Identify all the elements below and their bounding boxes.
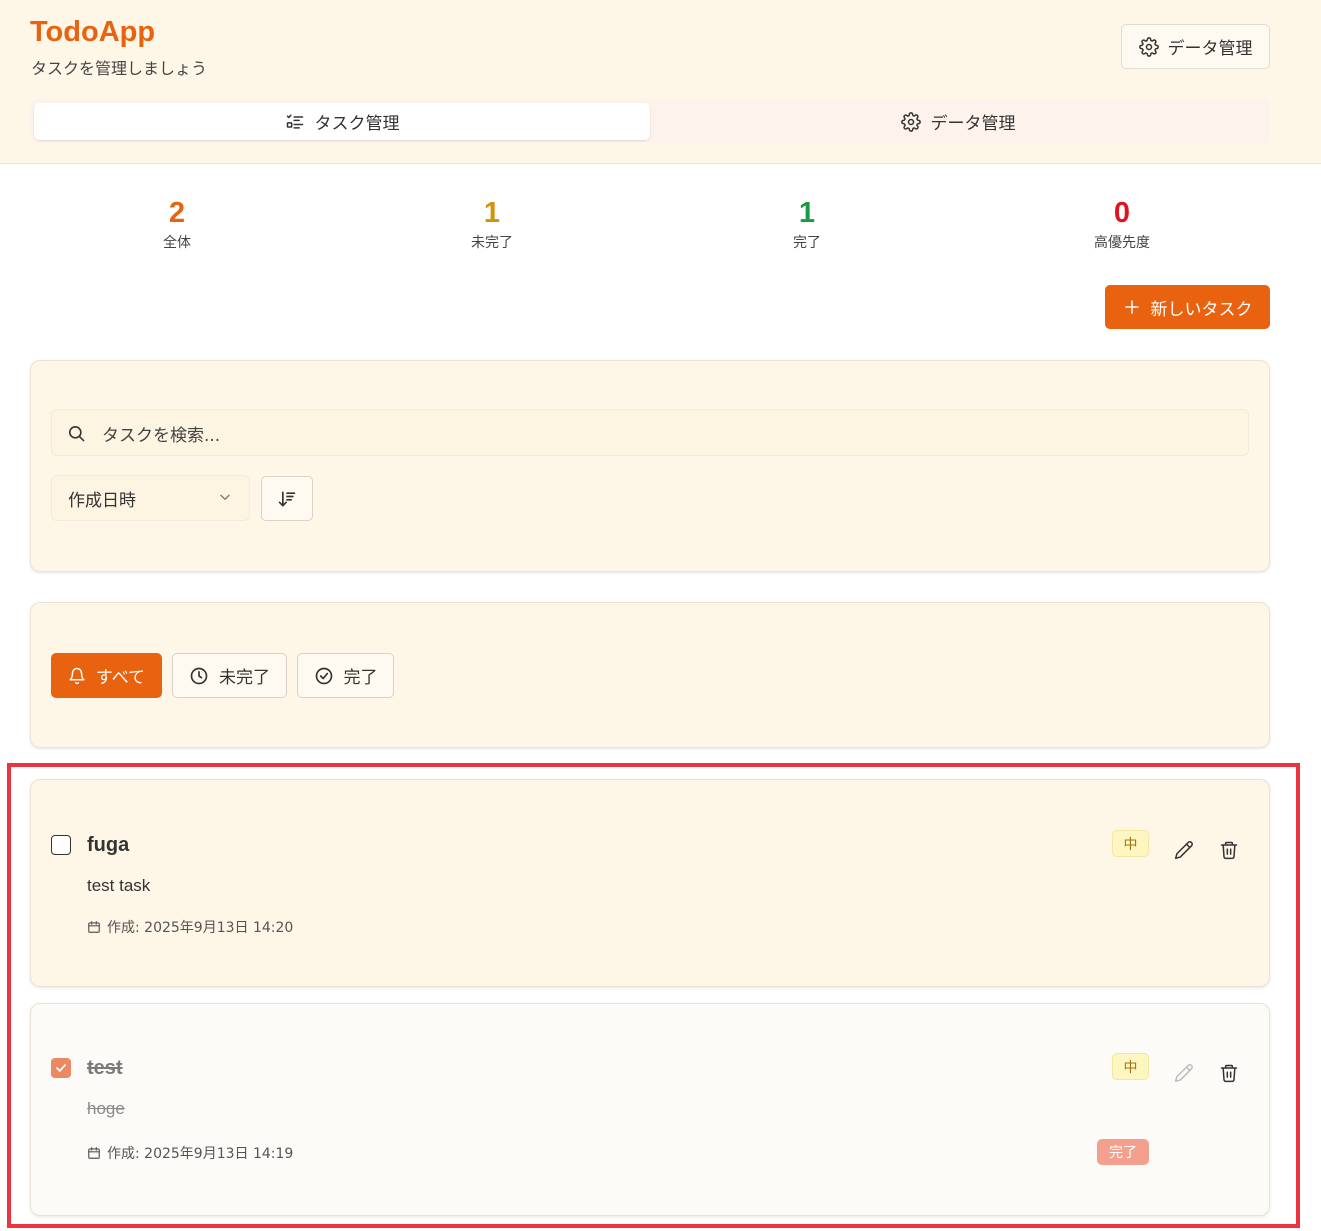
tab-label: タスク管理 (314, 114, 400, 134)
task-card (30, 1003, 1270, 1216)
gear-icon (900, 111, 921, 132)
stat-label: 全体 (163, 235, 191, 251)
stat-completed: 1 完了 (727, 196, 887, 252)
search-placeholder: タスクを検索... (102, 426, 221, 446)
calendar-icon (87, 1146, 101, 1160)
sort-select-value: 作成日時 (68, 491, 136, 511)
task-description: hoge (87, 1099, 125, 1118)
plus-icon (1123, 298, 1141, 316)
new-task-button[interactable]: 新しいタスク (1105, 285, 1270, 329)
task-created-text: 作成: 2025年9月13日 14:19 (107, 1146, 294, 1162)
filter-label: 未完了 (219, 668, 270, 688)
list-check-icon (285, 112, 305, 132)
tab-label: データ管理 (930, 114, 1016, 134)
filter-completed-button[interactable]: 完了 (297, 653, 394, 698)
stat-label: 高優先度 (1094, 235, 1150, 251)
filter-all-button[interactable]: すべて (51, 653, 162, 698)
search-icon (67, 424, 86, 443)
task-created-text: 作成: 2025年9月13日 14:20 (107, 920, 294, 936)
calendar-icon (87, 920, 101, 934)
task-title: test (87, 1057, 123, 1079)
task-created-date: 作成: 2025年9月13日 14:20 (87, 917, 293, 937)
task-created-date: 作成: 2025年9月13日 14:19 (87, 1143, 293, 1163)
task-checkbox[interactable] (51, 835, 71, 855)
stat-incomplete: 1 未完了 (412, 196, 572, 252)
filter-label: 完了 (343, 668, 378, 688)
trash-icon[interactable] (1219, 1063, 1239, 1083)
data-management-button-label: データ管理 (1167, 39, 1253, 59)
tab-data-management[interactable]: データ管理 (650, 103, 1266, 140)
stat-value: 1 (483, 197, 501, 229)
tab-task-management[interactable]: タスク管理 (34, 103, 650, 140)
check-icon (54, 1061, 68, 1075)
stat-value: 0 (1113, 197, 1131, 229)
stat-label: 未完了 (471, 235, 513, 251)
status-badge: 完了 (1097, 1139, 1149, 1165)
app-title: TodoApp (30, 16, 156, 48)
stat-high-priority: 0 高優先度 (1042, 196, 1202, 252)
check-circle-icon (314, 666, 334, 686)
filter-label: すべて (95, 668, 146, 688)
filter-incomplete-button[interactable]: 未完了 (172, 653, 287, 698)
task-card (30, 779, 1270, 987)
search-panel (30, 360, 1270, 572)
priority-badge: 中 (1112, 1053, 1149, 1080)
gear-icon (1138, 36, 1159, 57)
chevron-down-icon (218, 490, 232, 504)
stat-value: 1 (798, 197, 816, 229)
task-description: test task (87, 876, 151, 895)
priority-badge: 中 (1112, 830, 1149, 857)
task-checkbox[interactable] (51, 1058, 71, 1078)
edit-icon[interactable] (1174, 1063, 1194, 1083)
stat-label: 完了 (793, 235, 821, 251)
stat-value: 2 (168, 197, 186, 229)
edit-icon[interactable] (1174, 840, 1194, 860)
sort-descending-icon (277, 489, 297, 509)
trash-icon[interactable] (1219, 840, 1239, 860)
task-title: fuga (87, 834, 130, 856)
bell-icon (68, 667, 86, 685)
clock-icon (189, 666, 209, 686)
stat-total: 2 全体 (97, 196, 257, 252)
search-input[interactable] (51, 409, 1249, 456)
data-management-button[interactable]: データ管理 (1121, 24, 1270, 69)
sort-direction-button[interactable] (261, 476, 313, 521)
new-task-button-label: 新しいタスク (1150, 299, 1253, 320)
app-subtitle: タスクを管理しましょう (31, 59, 208, 78)
